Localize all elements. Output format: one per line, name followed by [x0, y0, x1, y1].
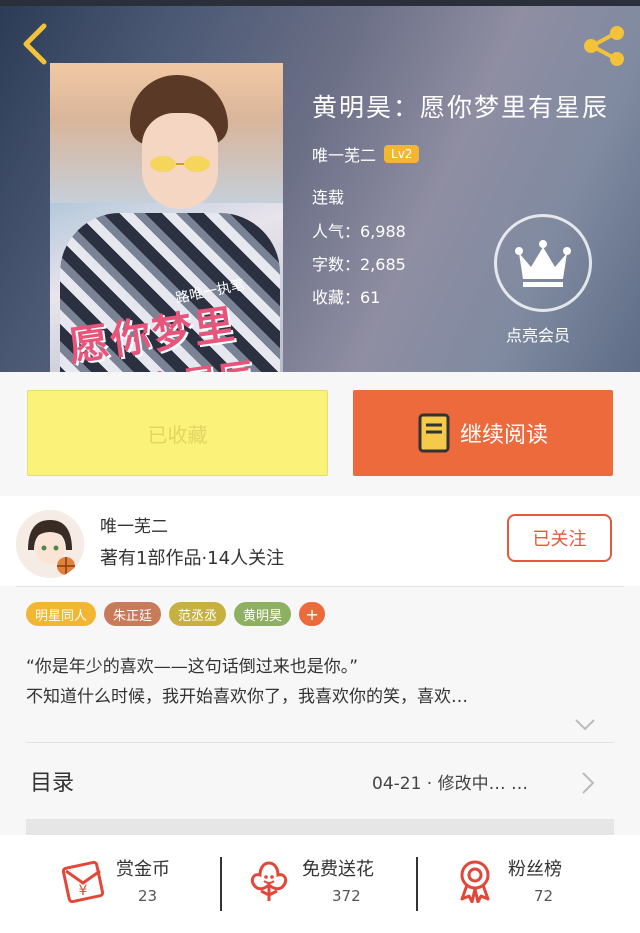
add-tag-button[interactable]: +	[299, 602, 326, 626]
tag-chip[interactable]: 朱正廷	[104, 602, 162, 626]
fan-ranking-button[interactable]: 粉丝榜 72	[452, 849, 602, 919]
popularity-stat: 人气：6,988	[312, 222, 406, 241]
book-detail-page: 路唯一执笔 愿你梦里 有星辰 黄明昊：愿你梦里有星辰 唯一芜二 Lv2 连载 人…	[0, 0, 640, 933]
fan-ranking-label: 粉丝榜	[508, 859, 562, 880]
book-header: 路唯一执笔 愿你梦里 有星辰 黄明昊：愿你梦里有星辰 唯一芜二 Lv2 连载 人…	[0, 0, 640, 372]
book-title: 黄明昊：愿你梦里有星辰	[312, 93, 610, 122]
reward-coins-count: 23	[138, 887, 158, 905]
continue-reading-button[interactable]: 继续阅读	[353, 390, 613, 476]
continue-reading-label: 继续阅读	[459, 423, 548, 448]
svg-text:¥: ¥	[79, 883, 88, 899]
author-card-description: 著有1部作品·14人关注	[100, 548, 285, 569]
following-button[interactable]: 已关注	[507, 514, 612, 562]
tag-chip[interactable]: 明星同人	[26, 602, 97, 626]
catalog-update-status: 04-21 · 修改中… …	[372, 774, 529, 794]
send-flower-button[interactable]: 免费送花 372	[246, 849, 406, 919]
author-card-name[interactable]: 唯一芜二	[100, 512, 168, 537]
book-cover-image[interactable]: 路唯一执笔 愿你梦里 有星辰	[50, 63, 283, 372]
tag-chip[interactable]: 黄明昊	[234, 602, 292, 626]
fan-ranking-count: 72	[534, 887, 554, 905]
cover-glasses	[150, 156, 210, 172]
book-synopsis[interactable]: “你是年少的喜欢——这句话倒过来也是你。” 不知道什么时候，我开始喜欢你了，我喜…	[26, 652, 616, 712]
favorited-button[interactable]: 已收藏	[27, 390, 328, 476]
tag-list: 明星同人 朱正廷 范丞丞 黄明昊 +	[26, 602, 326, 626]
divider	[416, 857, 418, 911]
divider	[220, 857, 222, 911]
crown-icon[interactable]	[494, 214, 592, 312]
flower-icon	[250, 861, 288, 901]
author-card[interactable]: 唯一芜二 著有1部作品·14人关注 已关注	[0, 496, 640, 586]
chevron-right-icon	[582, 772, 595, 794]
synopsis-line-2: 不知道什么时候，我开始喜欢你了，我喜欢你的笑，喜欢…	[26, 687, 468, 707]
reward-coins-button[interactable]: ¥ 赏金币 23	[60, 849, 210, 919]
author-avatar[interactable]	[16, 510, 84, 578]
share-icon[interactable]	[580, 24, 628, 68]
send-flower-label: 免费送花	[302, 859, 374, 880]
divider	[16, 586, 624, 587]
catalog-title: 目录	[30, 771, 75, 796]
reward-coins-label: 赏金币	[116, 859, 170, 880]
gold-coin-red-packet-icon: ¥	[61, 860, 105, 903]
activate-vip-label[interactable]: 点亮会员	[506, 322, 570, 346]
flower-count: 372	[332, 887, 361, 905]
tag-chip[interactable]: 范丞丞	[169, 602, 227, 626]
rosette-medal-icon	[460, 860, 490, 903]
serial-status: 连载	[312, 188, 345, 207]
book-icon	[418, 413, 450, 453]
word-count-stat: 字数：2,685	[312, 255, 406, 274]
book-author-row: 唯一芜二 Lv2	[312, 142, 420, 166]
interaction-bar: ¥ 赏金币 23 免费送花 372 粉丝榜 72	[0, 835, 640, 933]
author-level-badge: Lv2	[384, 145, 420, 163]
back-chevron-icon[interactable]	[18, 22, 52, 66]
book-author-name[interactable]: 唯一芜二	[312, 142, 376, 166]
chevron-down-icon[interactable]	[574, 718, 596, 732]
catalog-row[interactable]: 目录 04-21 · 修改中… …	[0, 743, 640, 819]
synopsis-line-1: “你是年少的喜欢——这句话倒过来也是你。”	[26, 657, 359, 677]
section-separator	[26, 819, 614, 835]
favorites-stat: 收藏：61	[312, 288, 381, 307]
